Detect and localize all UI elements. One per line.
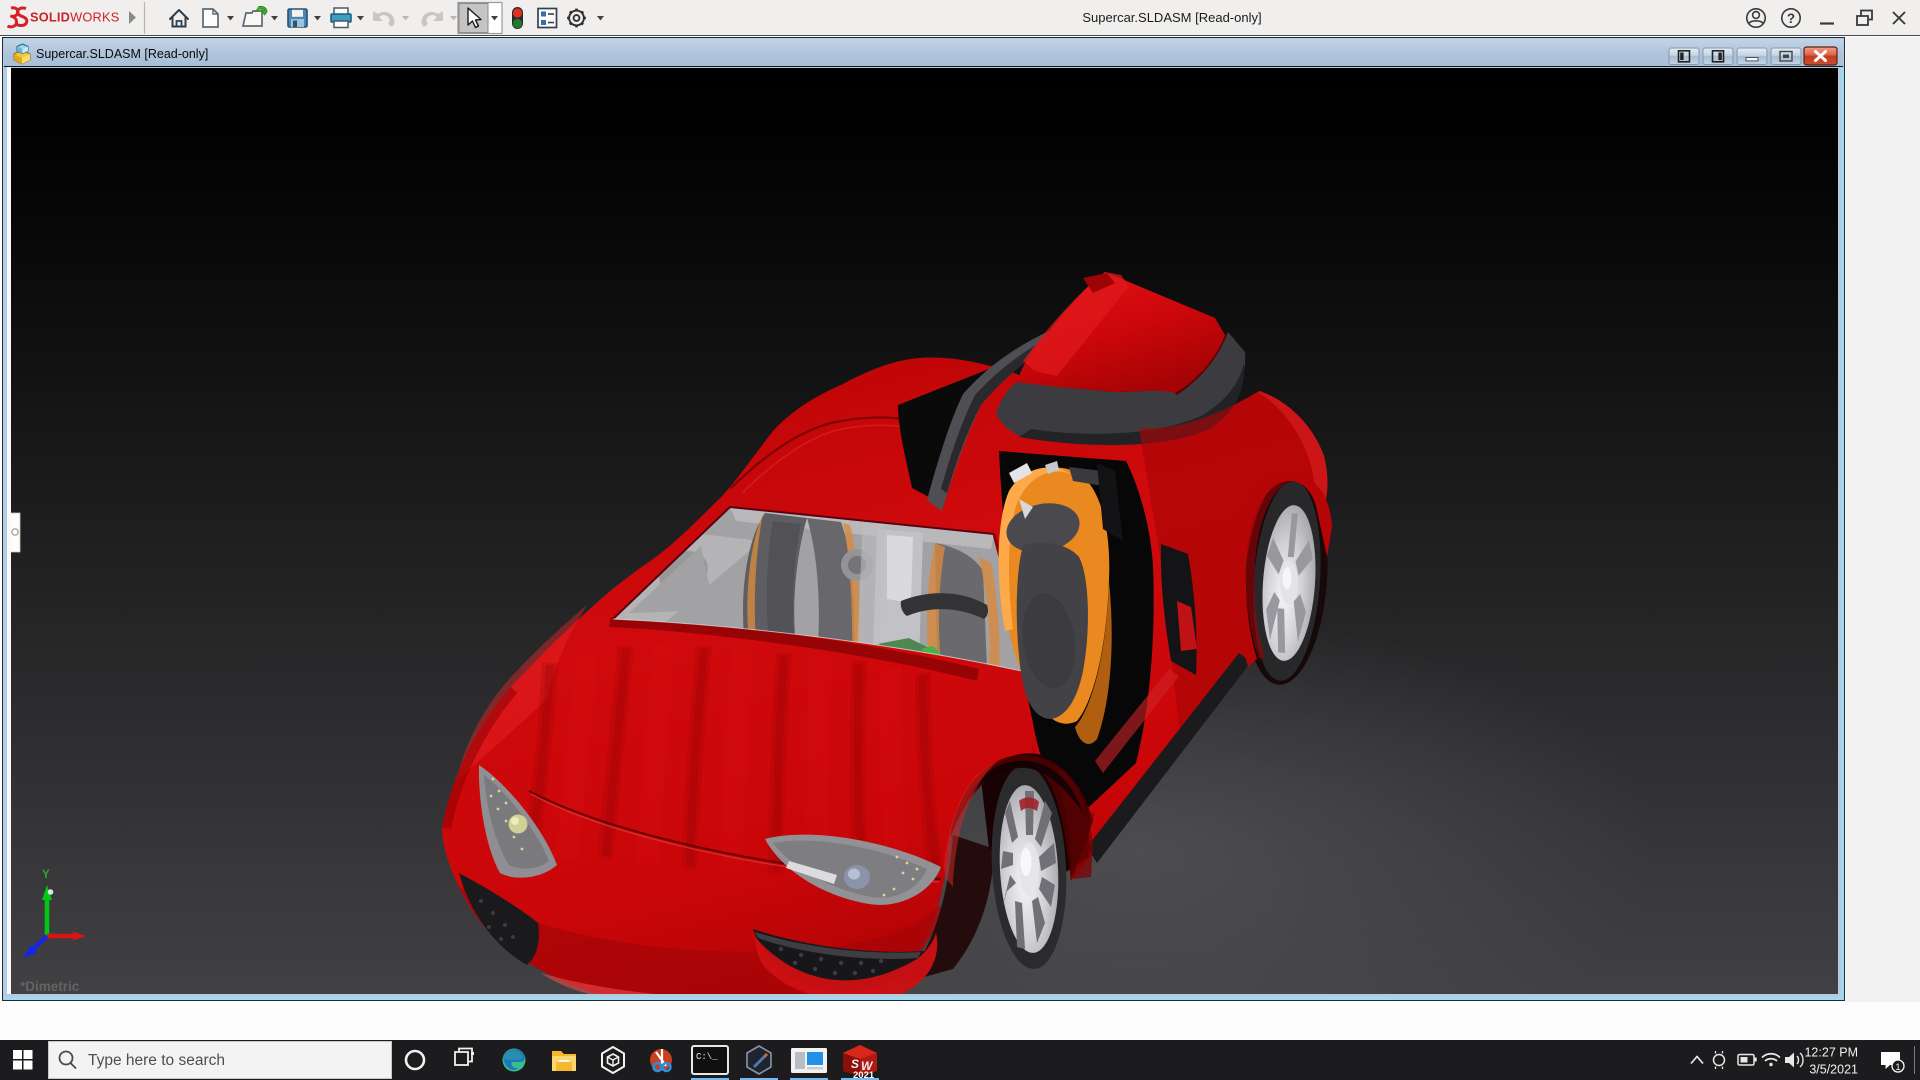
svg-text:Y: Y [42, 869, 50, 881]
svg-text:1: 1 [1895, 1062, 1900, 1072]
svg-text:12:27 PM: 12:27 PM [1804, 1046, 1858, 1060]
svg-text:S: S [851, 1057, 859, 1071]
svg-text:Supercar.SLDASM [Read-only]: Supercar.SLDASM [Read-only] [36, 47, 208, 61]
svg-text:*Dimetric: *Dimetric [20, 979, 80, 994]
svg-text:SOLIDWORKS: SOLIDWORKS [30, 10, 119, 25]
svg-text:Supercar.SLDASM [Read-only]: Supercar.SLDASM [Read-only] [1082, 10, 1261, 25]
svg-text:3/5/2021: 3/5/2021 [1809, 1063, 1858, 1077]
svg-text:C:\_: C:\_ [696, 1052, 718, 1062]
svg-text:?: ? [1787, 11, 1795, 26]
svg-text:Type here to search: Type here to search [88, 1052, 225, 1069]
